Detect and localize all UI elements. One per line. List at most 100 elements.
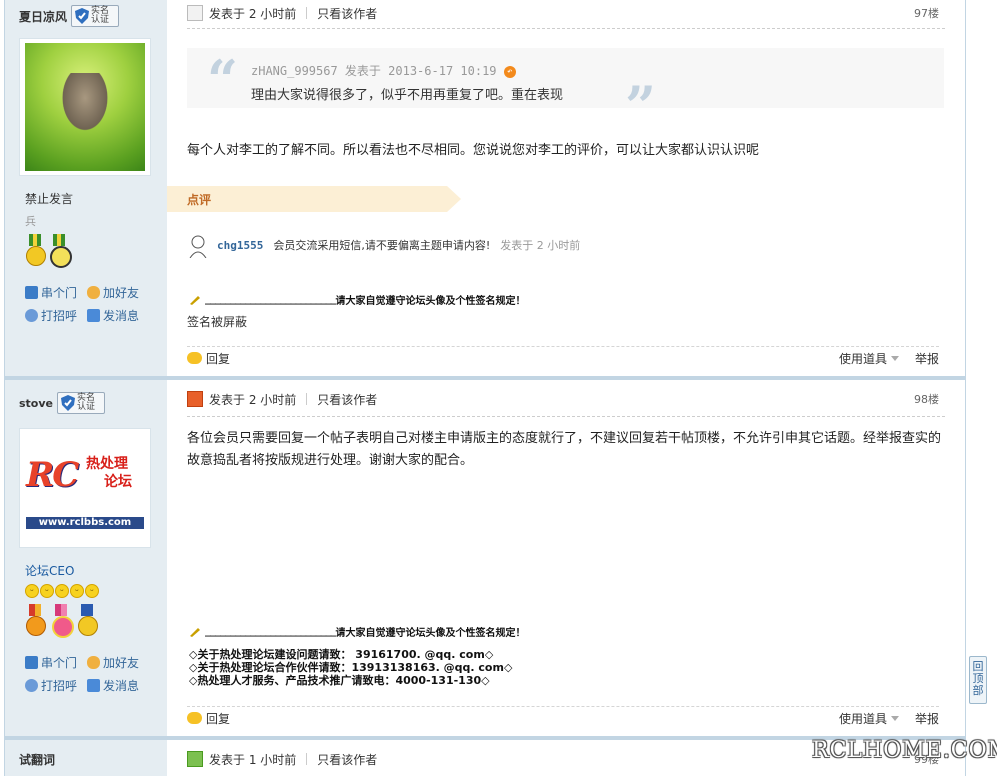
contact-line: ◇关于热处理论坛建设问题请致： 39161700. @qq. com◇ — [189, 648, 494, 661]
report-button[interactable]: 举报 — [915, 710, 939, 727]
online-status-icon — [187, 751, 203, 767]
author-name-row: stove 实名认证 — [19, 392, 105, 414]
envelope-icon — [87, 679, 100, 692]
signature-contacts: ◇关于热处理论坛建设问题请致： 39161700. @qq. com◇ ◇关于热… — [189, 648, 512, 687]
medal-icon[interactable] — [25, 604, 46, 636]
post-time: 发表于 2 小时前 — [209, 6, 297, 21]
shield-icon — [75, 8, 90, 24]
add-friend-link[interactable]: 加好友 — [87, 654, 151, 671]
greet-link[interactable]: 打招呼 — [25, 307, 87, 324]
send-message-link[interactable]: 发消息 — [87, 307, 151, 324]
floor-number[interactable]: 98楼 — [914, 391, 939, 407]
post-body: 各位会员只需要回复一个帖子表明自己对楼主申请版主的态度就行了，不建议回复若干帖顶… — [187, 431, 942, 468]
visit-link[interactable]: 串个门 — [25, 654, 87, 671]
verified-badge-label: 实名认证 — [77, 393, 96, 412]
commenter-name[interactable]: chg1555 — [217, 239, 263, 252]
author-name[interactable]: stove — [19, 397, 53, 410]
online-status-icon — [187, 5, 203, 21]
reply-button[interactable]: 回复 — [206, 350, 230, 367]
author-name-row: 试翻词 — [19, 748, 59, 770]
only-author-link[interactable]: 只看该作者 — [317, 391, 377, 408]
medal-icon[interactable] — [51, 604, 74, 638]
verified-badge[interactable]: 实名认证 — [57, 392, 105, 414]
quote-block: “ zHANG_999567 发表于 2013-6-17 10:19 ↶ 理由大… — [187, 48, 944, 138]
pencil-icon — [190, 295, 200, 305]
post-97: 夏日凉风 实名认证 禁止发言 兵 串个门 加好友 打招呼 发消息 发表于 2 小… — [4, 0, 966, 376]
user-actions: 串个门 加好友 打招呼 发消息 — [25, 654, 155, 694]
greet-icon — [25, 309, 38, 322]
post-98: stove 实名认证 RC 热处理 论坛 www.rclbbs.com 论坛CEO… — [4, 380, 966, 736]
medals — [25, 234, 72, 268]
comment-item: chg1555 会员交流采用短信,请不要偏离主题申请内容! 发表于 2 小时前 — [187, 232, 580, 258]
close-quote-icon: ” — [625, 74, 657, 138]
reply-icon — [187, 712, 202, 724]
author-name[interactable]: 夏日凉风 — [19, 8, 67, 25]
post-footer: 回复 使用道具 举报 — [187, 706, 939, 729]
home-icon — [25, 656, 38, 669]
post-main: 发表于 2 小时前 只看该作者 98楼 各位会员只需要回复一个帖子表明自己对楼主… — [167, 380, 966, 736]
back-to-top-button[interactable]: 回顶部 — [969, 656, 987, 704]
handshake-icon — [87, 286, 100, 299]
watermark: RCLHOME.COM — [812, 738, 997, 763]
only-author-link[interactable]: 只看该作者 — [317, 751, 377, 768]
pencil-icon — [190, 627, 200, 637]
reply-icon — [187, 352, 202, 364]
author-sidebar: 夏日凉风 实名认证 禁止发言 兵 串个门 加好友 打招呼 发消息 — [4, 0, 168, 376]
open-quote-icon: “ — [207, 48, 239, 112]
avatar[interactable]: RC 热处理 论坛 www.rclbbs.com — [19, 428, 151, 548]
signature-notice: __________________________ 请大家自觉遵守论坛头像及个… — [189, 624, 526, 639]
author-name[interactable]: 试翻词 — [19, 751, 55, 768]
post-header: 发表于 2 小时前 只看该作者 98楼 — [187, 390, 939, 408]
envelope-icon — [87, 309, 100, 322]
contact-line: ◇关于热处理论坛合作伙伴请致：13913138163. @qq. com◇ — [189, 661, 513, 674]
avatar-image — [25, 43, 145, 171]
post-time: 发表于 2 小时前 — [209, 392, 297, 407]
user-stars: ᵕ ᵕ ᵕ ᵕ ᵕ — [25, 584, 99, 598]
chevron-down-icon — [890, 356, 899, 361]
author-name-row: 夏日凉风 实名认证 — [19, 5, 120, 27]
user-status: 论坛CEO — [25, 564, 75, 578]
smile-icon: ᵕ — [55, 584, 69, 598]
goto-post-icon[interactable]: ↶ — [503, 65, 516, 78]
user-status: 禁止发言 — [25, 192, 74, 206]
post-main: 发表于 2 小时前 只看该作者 97楼 “ zHANG_999567 发表于 2… — [167, 0, 966, 376]
comment-header: 点评 — [167, 186, 463, 212]
medal-icon[interactable] — [25, 234, 46, 266]
report-button[interactable]: 举报 — [915, 350, 939, 367]
user-rank: 兵 — [25, 215, 36, 228]
use-tools-dropdown[interactable]: 使用道具 — [839, 710, 903, 727]
smile-icon: ᵕ — [85, 584, 99, 598]
shield-icon — [61, 395, 75, 411]
add-friend-link[interactable]: 加好友 — [87, 284, 151, 301]
post-body: 每个人对李工的了解不同。所以看法也不尽相同。您说说您对李工的评价，可以让大家都认… — [187, 143, 760, 158]
post-header: 发表于 2 小时前 只看该作者 97楼 — [187, 4, 939, 22]
medals — [25, 604, 98, 638]
use-tools-dropdown[interactable]: 使用道具 — [839, 350, 903, 367]
quote-text: 理由大家说得很多了，似乎不用再重复了吧。重在表现 — [251, 88, 564, 103]
comment-text: 会员交流采用短信,请不要偏离主题申请内容! — [273, 239, 491, 252]
home-icon — [25, 286, 38, 299]
chevron-down-icon — [890, 716, 899, 721]
commenter-avatar[interactable] — [187, 232, 209, 258]
reply-button[interactable]: 回复 — [206, 710, 230, 727]
online-status-icon — [187, 391, 203, 407]
greet-link[interactable]: 打招呼 — [25, 677, 87, 694]
send-message-link[interactable]: 发消息 — [87, 677, 151, 694]
quote-meta: zHANG_999567 发表于 2013-6-17 10:19 ↶ — [251, 62, 516, 79]
greet-icon — [25, 679, 38, 692]
only-author-link[interactable]: 只看该作者 — [317, 5, 377, 22]
author-sidebar: stove 实名认证 RC 热处理 论坛 www.rclbbs.com 论坛CEO… — [4, 380, 168, 736]
signature-notice: __________________________ 请大家自觉遵守论坛头像及个… — [189, 292, 526, 307]
forum-logo: RC 热处理 论坛 www.rclbbs.com — [24, 443, 146, 533]
medal-icon[interactable] — [49, 234, 72, 268]
handshake-icon — [87, 656, 100, 669]
smile-icon: ᵕ — [70, 584, 84, 598]
verified-badge[interactable]: 实名认证 — [71, 5, 120, 27]
medal-icon[interactable] — [77, 604, 98, 636]
forum-thread: 夏日凉风 实名认证 禁止发言 兵 串个门 加好友 打招呼 发消息 发表于 2 小… — [4, 0, 966, 776]
avatar[interactable] — [19, 38, 151, 176]
verified-badge-label: 实名认证 — [91, 6, 110, 25]
floor-number[interactable]: 97楼 — [914, 5, 939, 21]
post-time: 发表于 1 小时前 — [209, 752, 297, 767]
visit-link[interactable]: 串个门 — [25, 284, 87, 301]
